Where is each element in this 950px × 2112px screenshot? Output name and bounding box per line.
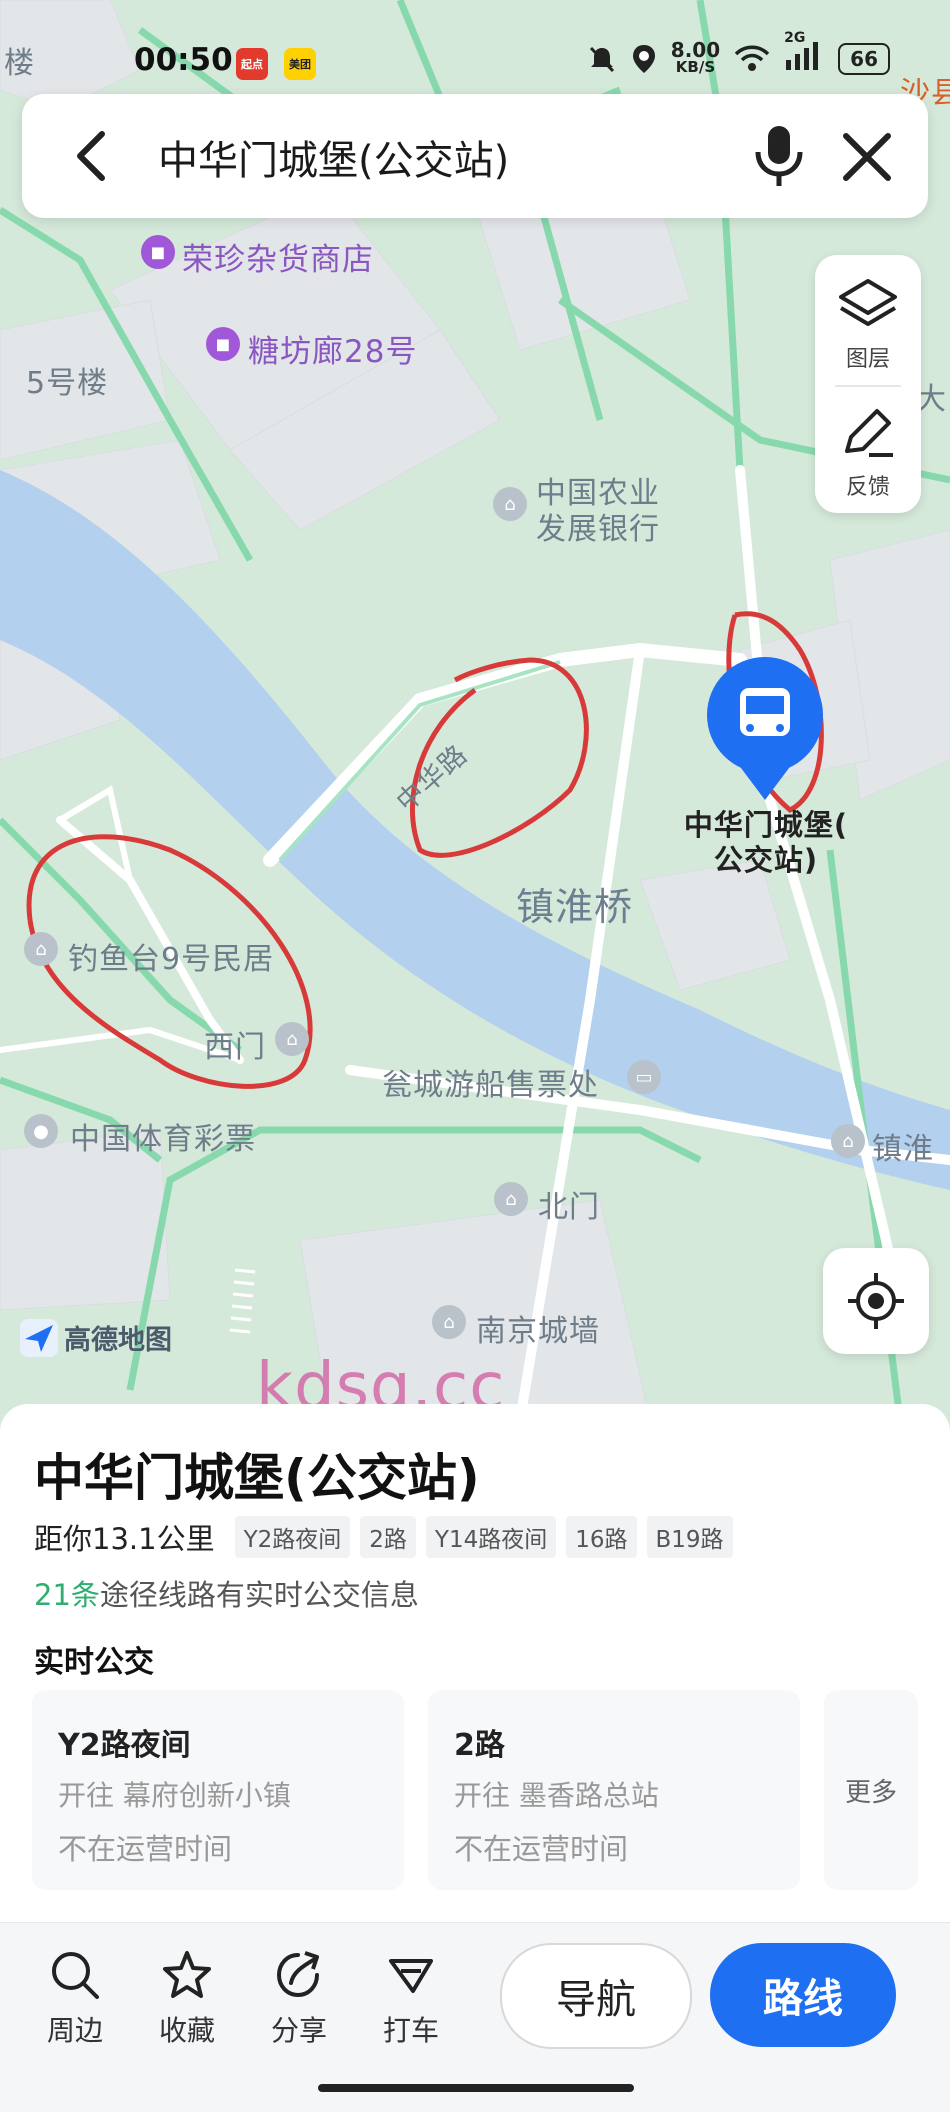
status-icons: 8.00 KB/S 2G 66 xyxy=(587,30,890,76)
layers-button[interactable]: 图层 xyxy=(815,277,921,373)
map-label-poi[interactable]: 镇淮 xyxy=(872,1124,934,1168)
realtime-bus-heading: 实时公交 xyxy=(34,1645,154,1680)
divider xyxy=(835,385,901,387)
map-label-poi[interactable]: 荣珍杂货商店 xyxy=(182,234,374,279)
amap-arrow-icon xyxy=(20,1318,58,1357)
status-time: 00:50 xyxy=(134,42,233,78)
edit-pen-icon xyxy=(845,409,893,457)
share-button[interactable]: 分享 xyxy=(254,1949,344,2049)
bottom-toolbar: 周边 收藏 分享 打车 导航 路线 xyxy=(0,1922,950,2112)
location-icon xyxy=(632,45,655,73)
search-bar: 中华门城堡(公交站) xyxy=(22,94,928,218)
locate-me-button[interactable] xyxy=(823,1248,929,1354)
search-input[interactable]: 中华门城堡(公交站) xyxy=(158,128,509,186)
favorite-label: 收藏 xyxy=(158,2014,215,2047)
status-bar: 00:50 起点 美团 8.00 KB/S 2G 66 xyxy=(0,0,950,90)
shop-icon: ◼ xyxy=(206,327,240,361)
taxi-flag-icon xyxy=(389,1959,433,1993)
distance-text: 距你13.1公里 xyxy=(34,1522,215,1556)
location-pin-icon: ● xyxy=(24,1114,58,1148)
crosshair-icon xyxy=(848,1273,904,1329)
feedback-label: 反馈 xyxy=(845,475,890,500)
layers-icon xyxy=(839,279,897,326)
cellular-signal: 2G xyxy=(784,30,824,76)
close-icon[interactable] xyxy=(834,124,900,190)
landmark-icon: ⌂ xyxy=(831,1124,865,1158)
bus-stop-label[interactable]: 中华门城堡( 公交站) xyxy=(676,808,856,878)
bus-line-destination: 开往 墨香路总站 xyxy=(454,1779,659,1812)
nearby-button[interactable]: 周边 xyxy=(30,1949,120,2049)
share-label: 分享 xyxy=(270,2014,327,2047)
bus-line-name: 2路 xyxy=(454,1728,505,1763)
realtime-info-line: 21条途径线路有实时公交信息 xyxy=(34,1572,419,1614)
route-tag[interactable]: Y14路夜间 xyxy=(425,1516,557,1558)
wifi-icon xyxy=(734,45,770,71)
mute-bell-icon xyxy=(589,46,614,73)
share-icon xyxy=(276,1951,319,1998)
homestay-icon: ⌂ xyxy=(24,932,58,966)
map-label-poi[interactable]: 中国体育彩票 xyxy=(70,1114,256,1158)
distance-row: 距你13.1公里 Y2路夜间 2路 Y14路夜间 16路 B19路 xyxy=(34,1516,733,1558)
map-label-poi[interactable]: 钓鱼台9号民居 xyxy=(68,934,274,978)
map-label: 5号楼 xyxy=(26,366,109,401)
more-bus-lines-button[interactable]: 更多 xyxy=(824,1690,918,1890)
route-button[interactable]: 路线 xyxy=(710,1943,896,2047)
battery-indicator: 66 xyxy=(838,43,890,75)
bus-line-status: 不在运营时间 xyxy=(454,1832,629,1866)
bus-line-card[interactable]: 2路 开往 墨香路总站 不在运营时间 xyxy=(428,1690,800,1890)
star-icon xyxy=(163,1951,211,1998)
place-info-card: 中华门城堡(公交站) 距你13.1公里 Y2路夜间 2路 Y14路夜间 16路 … xyxy=(0,1404,950,1924)
gate-icon: ⌂ xyxy=(494,1182,528,1216)
realtime-text: 途径线路有实时公交信息 xyxy=(99,1578,419,1612)
bus-line-destination: 开往 幕府创新小镇 xyxy=(58,1779,291,1812)
shop-icon: ◼ xyxy=(141,235,175,269)
gate-icon: ⌂ xyxy=(275,1022,309,1056)
route-tag[interactable]: Y2路夜间 xyxy=(234,1516,351,1558)
amap-logo: 高德地图 xyxy=(20,1318,172,1357)
amap-brand-text: 高德地图 xyxy=(64,1325,172,1356)
ticket-icon: ▭ xyxy=(627,1060,661,1094)
home-indicator[interactable] xyxy=(318,2084,634,2092)
map-label-poi[interactable]: 南京城墙 xyxy=(476,1306,600,1350)
landmark-icon: ⌂ xyxy=(432,1305,466,1339)
favorite-button[interactable]: 收藏 xyxy=(142,1949,232,2049)
map-label-poi[interactable]: 发展银行 xyxy=(536,504,660,548)
map-label-bridge: 镇淮桥 xyxy=(516,885,634,929)
search-icon xyxy=(52,1952,99,1999)
bus-line-name: Y2路夜间 xyxy=(58,1728,191,1763)
bus-line-status: 不在运营时间 xyxy=(58,1832,233,1866)
map-label-poi[interactable]: 糖坊廊28号 xyxy=(248,326,417,371)
map-label-poi[interactable]: 西门 xyxy=(204,1022,266,1066)
taxi-label: 打车 xyxy=(382,2014,439,2047)
qidian-app-icon: 起点 xyxy=(236,48,268,80)
signal-bars-icon xyxy=(786,42,819,70)
bank-icon: ⌂ xyxy=(493,487,527,521)
route-tag[interactable]: 2路 xyxy=(360,1516,416,1558)
network-speed: 8.00 KB/S xyxy=(670,38,721,76)
route-tag[interactable]: 16路 xyxy=(566,1516,637,1558)
feedback-button[interactable]: 反馈 xyxy=(815,405,921,501)
map-label-poi[interactable]: 瓮城游船售票处 xyxy=(382,1060,599,1104)
map-tools-panel: 图层 反馈 xyxy=(815,255,921,513)
realtime-count: 21条 xyxy=(34,1578,100,1612)
navigate-button[interactable]: 导航 xyxy=(500,1943,692,2049)
taxi-button[interactable]: 打车 xyxy=(366,1949,456,2049)
place-title: 中华门城堡(公交站) xyxy=(34,1449,480,1507)
bus-line-card[interactable]: Y2路夜间 开往 幕府创新小镇 不在运营时间 xyxy=(32,1690,404,1890)
map-label-poi[interactable]: 北门 xyxy=(538,1182,600,1226)
back-icon[interactable] xyxy=(62,124,126,188)
microphone-icon[interactable] xyxy=(744,120,814,190)
meituan-app-icon: 美团 xyxy=(284,48,316,80)
nearby-label: 周边 xyxy=(46,2014,103,2047)
layers-label: 图层 xyxy=(845,347,890,372)
route-tag[interactable]: B19路 xyxy=(646,1516,733,1558)
